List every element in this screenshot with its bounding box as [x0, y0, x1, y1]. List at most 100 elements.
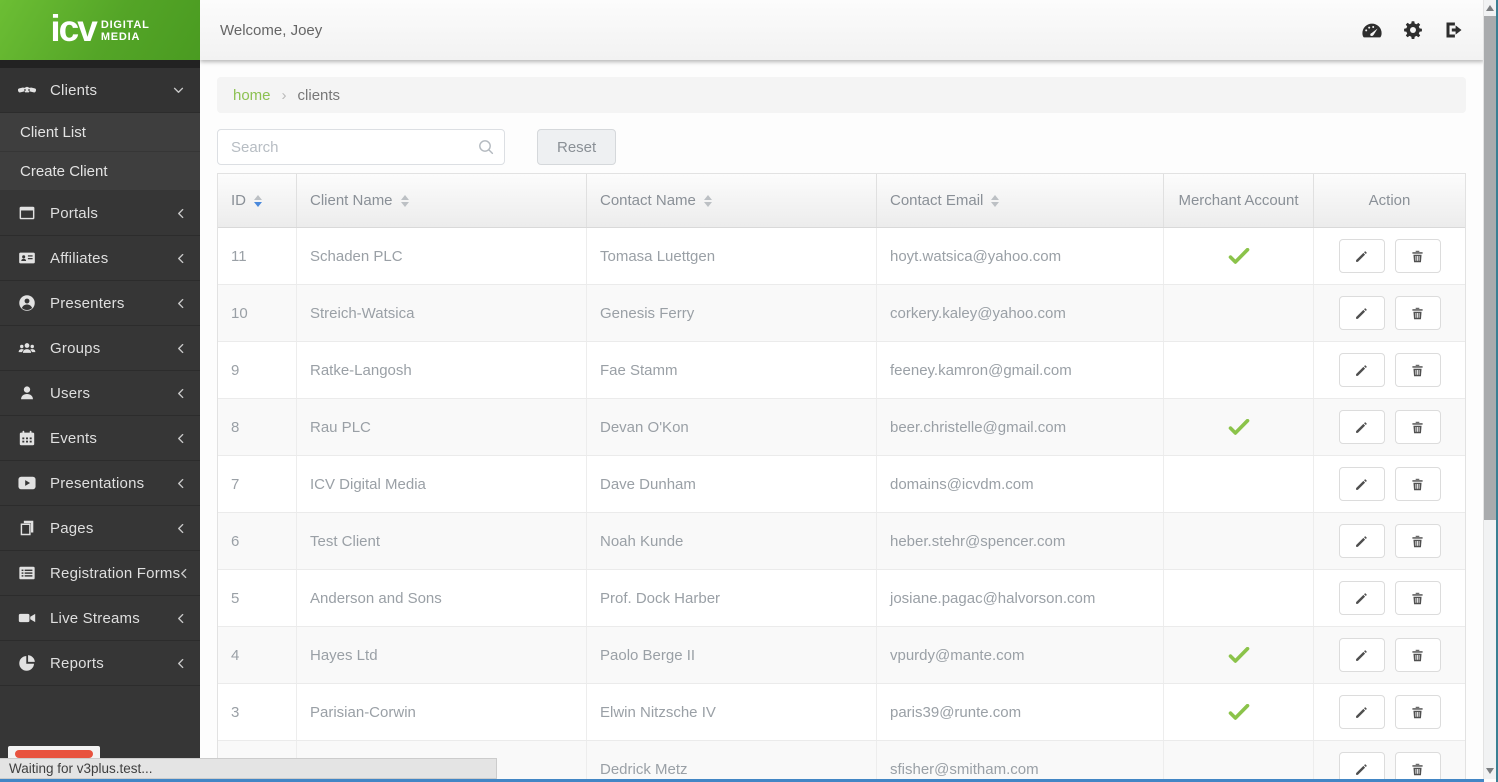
merchant-account-cell [1164, 570, 1314, 626]
column-header-id[interactable]: ID [218, 174, 297, 227]
edit-button[interactable] [1338, 695, 1385, 729]
search-input[interactable] [217, 129, 505, 165]
column-header-client-name[interactable]: Client Name [297, 174, 587, 227]
table-row: 9 Ratke-Langosh Fae Stamm feeney.kamron@gma… [218, 342, 1465, 399]
contact-name-cell: Dedrick Metz [587, 741, 877, 782]
client-name-cell: Schaden PLC [297, 228, 587, 284]
breadcrumb-current: clients [297, 86, 341, 104]
sidebar-item-affiliates[interactable]: Affiliates [0, 236, 200, 281]
delete-button[interactable] [1394, 296, 1441, 330]
trash-icon [1410, 249, 1425, 264]
sidebar-item-presenters[interactable]: Presenters [0, 281, 200, 326]
sidebar-item-events[interactable]: Events [0, 416, 200, 461]
sidebar-item-label: Live Streams [50, 609, 140, 627]
sign-out-icon[interactable] [1442, 19, 1466, 41]
client-name-cell: Rau PLC [297, 399, 587, 455]
handshake-icon [16, 81, 38, 99]
edit-button[interactable] [1338, 467, 1385, 501]
edit-button[interactable] [1338, 752, 1385, 782]
sidebar-item-presentations[interactable]: Presentations [0, 461, 200, 506]
chevron-left-icon [177, 298, 184, 309]
sidebar-item-registration-forms[interactable]: Registration Forms [0, 551, 200, 596]
edit-button[interactable] [1338, 581, 1385, 615]
scrollbar-up-arrow-icon[interactable] [1486, 5, 1494, 11]
window-icon [16, 204, 38, 222]
delete-button[interactable] [1394, 410, 1441, 444]
topbar: Welcome, Joey [200, 0, 1484, 60]
trash-icon [1410, 591, 1425, 606]
delete-button[interactable] [1394, 524, 1441, 558]
vertical-scrollbar[interactable] [1483, 0, 1496, 779]
trash-icon [1410, 420, 1425, 435]
id-cell: 4 [218, 627, 297, 683]
column-header-label: Merchant Account [1178, 192, 1299, 209]
pencil-icon [1354, 363, 1369, 378]
contact-email-cell: domains@icvdm.com [877, 456, 1164, 512]
merchant-account-cell [1164, 285, 1314, 341]
column-header-contact-name[interactable]: Contact Name [587, 174, 877, 227]
delete-button[interactable] [1394, 638, 1441, 672]
delete-button[interactable] [1394, 467, 1441, 501]
sidebar-item-reports[interactable]: Reports [0, 641, 200, 686]
sidebar-item-clients[interactable]: Clients [0, 68, 200, 113]
merchant-account-cell [1164, 399, 1314, 455]
sidebar-item-pages[interactable]: Pages [0, 506, 200, 551]
edit-button[interactable] [1338, 239, 1385, 273]
trash-icon [1410, 306, 1425, 321]
column-header-contact-email[interactable]: Contact Email [877, 174, 1164, 227]
merchant-account-cell [1164, 228, 1314, 284]
id-cell: 10 [218, 285, 297, 341]
gear-icon[interactable] [1401, 19, 1425, 41]
delete-button[interactable] [1394, 695, 1441, 729]
sidebar-item-users[interactable]: Users [0, 371, 200, 416]
edit-button[interactable] [1338, 524, 1385, 558]
sort-icon [991, 194, 1000, 207]
reset-button[interactable]: Reset [537, 129, 617, 165]
delete-button[interactable] [1394, 239, 1441, 273]
merchant-account-cell [1164, 627, 1314, 683]
user-icon [16, 384, 38, 402]
id-cell: 3 [218, 684, 297, 740]
chevron-left-icon [177, 523, 184, 534]
edit-button[interactable] [1338, 353, 1385, 387]
debug-widget-bar [15, 749, 93, 758]
sort-icon [400, 194, 409, 207]
edit-button[interactable] [1338, 296, 1385, 330]
pencil-icon [1354, 249, 1369, 264]
scrollbar-down-arrow-icon[interactable] [1486, 768, 1494, 774]
table-row: 5 Anderson and Sons Prof. Dock Harber josia… [218, 570, 1465, 627]
merchant-account-cell [1164, 513, 1314, 569]
client-name-cell: Parisian-Corwin [297, 684, 587, 740]
sidebar-item-portals[interactable]: Portals [0, 191, 200, 236]
sidebar-item-groups[interactable]: Groups [0, 326, 200, 371]
trash-icon [1410, 534, 1425, 549]
dashboard-icon[interactable] [1360, 19, 1384, 41]
search-box [217, 129, 505, 165]
copy-icon [16, 519, 38, 537]
calendar-icon [16, 429, 38, 447]
delete-button[interactable] [1394, 581, 1441, 615]
sidebar-subitem-client-list[interactable]: Client List [0, 113, 200, 152]
brand-logo-text: icv [50, 7, 97, 49]
delete-button[interactable] [1394, 353, 1441, 387]
contact-email-cell: josiane.pagac@halvorson.com [877, 570, 1164, 626]
scrollbar-thumb[interactable] [1484, 16, 1496, 520]
browser-status-bar: Waiting for v3plus.test... [0, 758, 497, 779]
breadcrumb-home-link[interactable]: home [233, 87, 271, 104]
client-name-cell: Streich-Watsica [297, 285, 587, 341]
sidebar-subitem-create-client[interactable]: Create Client [0, 152, 200, 191]
sidebar-menu: Clients Client List Create Client Portals Af… [0, 68, 200, 686]
edit-button[interactable] [1338, 638, 1385, 672]
sidebar-item-live-streams[interactable]: Live Streams [0, 596, 200, 641]
delete-button[interactable] [1394, 752, 1441, 782]
sidebar-item-label: Presentations [50, 474, 145, 492]
table-row: 11 Schaden PLC Tomasa Luettgen hoyt.watsica… [218, 228, 1465, 285]
edit-button[interactable] [1338, 410, 1385, 444]
contact-name-cell: Genesis Ferry [587, 285, 877, 341]
action-cell [1314, 627, 1465, 683]
contact-name-cell: Paolo Berge II [587, 627, 877, 683]
chevron-left-icon [177, 343, 184, 354]
brand-logo[interactable]: icv DIGITAL MEDIA [0, 0, 200, 60]
breadcrumb: home › clients [217, 77, 1466, 113]
table-row: 6 Test Client Noah Kunde heber.stehr@spence… [218, 513, 1465, 570]
